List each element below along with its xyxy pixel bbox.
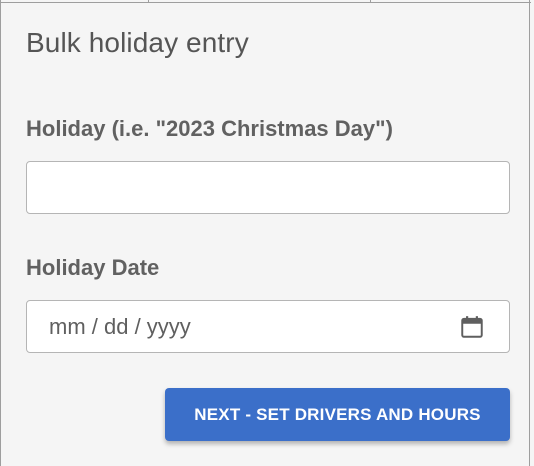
- next-set-drivers-button[interactable]: NEXT - SET DRIVERS AND HOURS: [165, 388, 510, 441]
- calendar-icon[interactable]: [459, 314, 485, 340]
- divider-tick: [370, 0, 371, 3]
- holiday-date-label: Holiday Date: [26, 255, 160, 280]
- bulk-holiday-panel: Bulk holiday entry Holiday (i.e. "2023 C…: [0, 0, 531, 466]
- page-title: Bulk holiday entry: [26, 27, 249, 58]
- divider-tick: [148, 0, 149, 3]
- top-divider: [1, 0, 531, 3]
- date-placeholder-text: mm / dd / yyyy: [49, 314, 191, 339]
- holiday-date-input[interactable]: mm / dd / yyyy: [26, 300, 510, 353]
- holiday-name-label: Holiday (i.e. "2023 Christmas Day"): [26, 116, 393, 141]
- holiday-name-input[interactable]: [26, 161, 510, 214]
